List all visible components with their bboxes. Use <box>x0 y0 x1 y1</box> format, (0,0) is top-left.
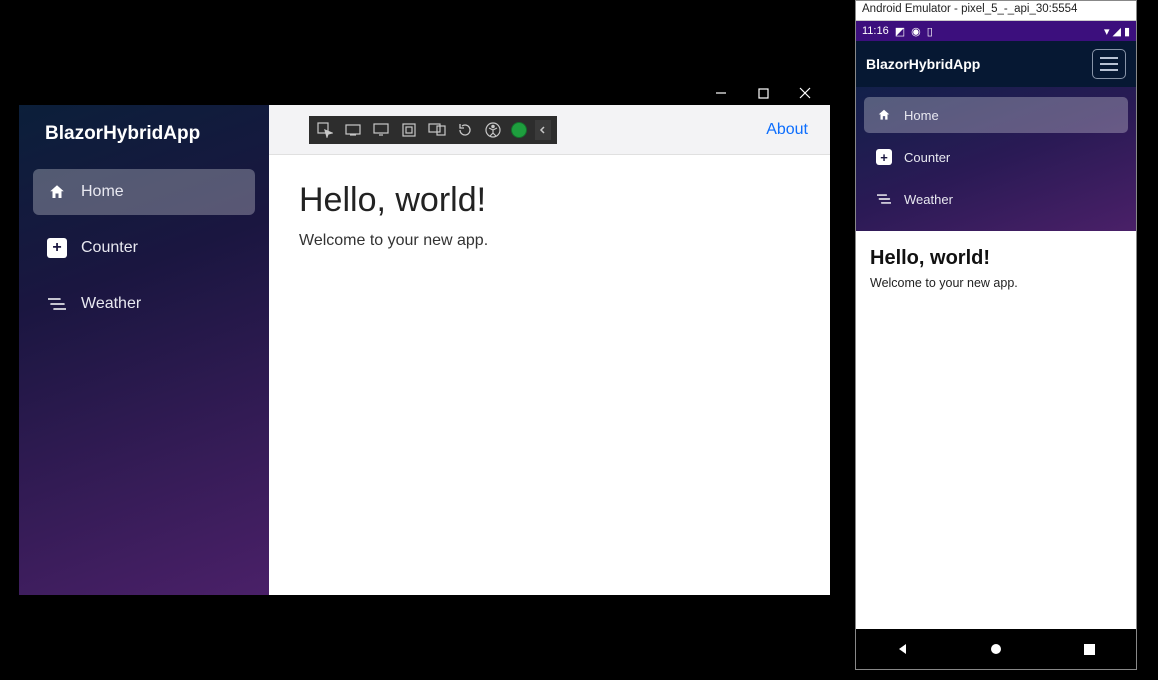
mobile-subtext: Welcome to your new app. <box>870 276 1122 290</box>
content-pane: About Hello, world! Welcome to your new … <box>269 105 830 595</box>
tool-status-ok-icon[interactable] <box>511 122 527 138</box>
mobile-nav-label: Counter <box>904 150 950 165</box>
android-nav-bar <box>856 629 1136 669</box>
mobile-brand: BlazorHybridApp <box>866 56 980 72</box>
tool-select-element-icon[interactable] <box>315 120 335 140</box>
sidebar-item-home[interactable]: Home <box>33 169 255 215</box>
tool-box-icon[interactable] <box>399 120 419 140</box>
mobile-content: Hello, world! Welcome to your new app. <box>856 231 1136 629</box>
desktop-app-window: BlazorHybridApp Home + Counter Weather <box>18 80 831 596</box>
home-icon <box>876 107 892 123</box>
emulator-title: Android Emulator - pixel_5_-_api_30:5554 <box>856 1 1136 21</box>
page-heading: Hello, world! <box>299 181 800 220</box>
status-notif-icon: ◩ <box>895 25 905 38</box>
status-time: 11:16 <box>862 25 889 37</box>
tool-screen-icon[interactable] <box>371 120 391 140</box>
top-row: About <box>269 105 830 155</box>
tool-collapse-icon[interactable] <box>535 120 551 140</box>
status-debug-icon: ◉ <box>911 25 921 38</box>
home-icon <box>47 182 67 202</box>
mobile-nav-label: Home <box>904 108 939 123</box>
hamburger-button[interactable] <box>1092 49 1126 79</box>
maximize-button[interactable] <box>756 86 770 100</box>
tool-accessibility-icon[interactable] <box>483 120 503 140</box>
page-subtext: Welcome to your new app. <box>299 232 800 250</box>
sidebar-item-label: Home <box>81 183 124 201</box>
sidebar-item-label: Weather <box>81 295 141 313</box>
app-brand: BlazorHybridApp <box>19 105 269 169</box>
sidebar-item-counter[interactable]: + Counter <box>33 225 255 271</box>
dev-toolbar <box>309 116 557 144</box>
android-status-bar: 11:16 ◩ ◉ ▯ ▾ ◢ ▮ <box>856 21 1136 41</box>
android-emulator-window: Android Emulator - pixel_5_-_api_30:5554… <box>855 0 1137 670</box>
window-titlebar <box>19 81 830 105</box>
android-home-button[interactable] <box>987 640 1005 658</box>
plus-icon: + <box>47 238 67 258</box>
android-back-button[interactable] <box>894 640 912 658</box>
sidebar: BlazorHybridApp Home + Counter Weather <box>19 105 269 595</box>
mobile-nav-item-counter[interactable]: + Counter <box>864 139 1128 175</box>
tool-screens-icon[interactable] <box>427 120 447 140</box>
list-icon <box>876 191 892 207</box>
sidebar-nav: Home + Counter Weather <box>19 169 269 327</box>
battery-icon: ▮ <box>1124 25 1130 38</box>
mobile-nav-label: Weather <box>904 192 953 207</box>
plus-icon: + <box>876 149 892 165</box>
list-icon <box>47 294 67 314</box>
android-recents-button[interactable] <box>1080 640 1098 658</box>
tool-device-icon[interactable] <box>343 120 363 140</box>
mobile-appbar: BlazorHybridApp <box>856 41 1136 87</box>
main-content: Hello, world! Welcome to your new app. <box>269 155 830 276</box>
signal-icon: ◢ <box>1112 25 1120 38</box>
wifi-icon: ▾ <box>1104 25 1110 38</box>
close-button[interactable] <box>798 86 812 100</box>
mobile-nav-item-home[interactable]: Home <box>864 97 1128 133</box>
about-link[interactable]: About <box>766 121 808 139</box>
mobile-nav-item-weather[interactable]: Weather <box>864 181 1128 217</box>
minimize-button[interactable] <box>714 86 728 100</box>
status-app-icon: ▯ <box>927 25 933 38</box>
mobile-nav: Home + Counter Weather <box>856 87 1136 231</box>
tool-refresh-icon[interactable] <box>455 120 475 140</box>
sidebar-item-weather[interactable]: Weather <box>33 281 255 327</box>
mobile-heading: Hello, world! <box>870 247 1122 270</box>
sidebar-item-label: Counter <box>81 239 138 257</box>
